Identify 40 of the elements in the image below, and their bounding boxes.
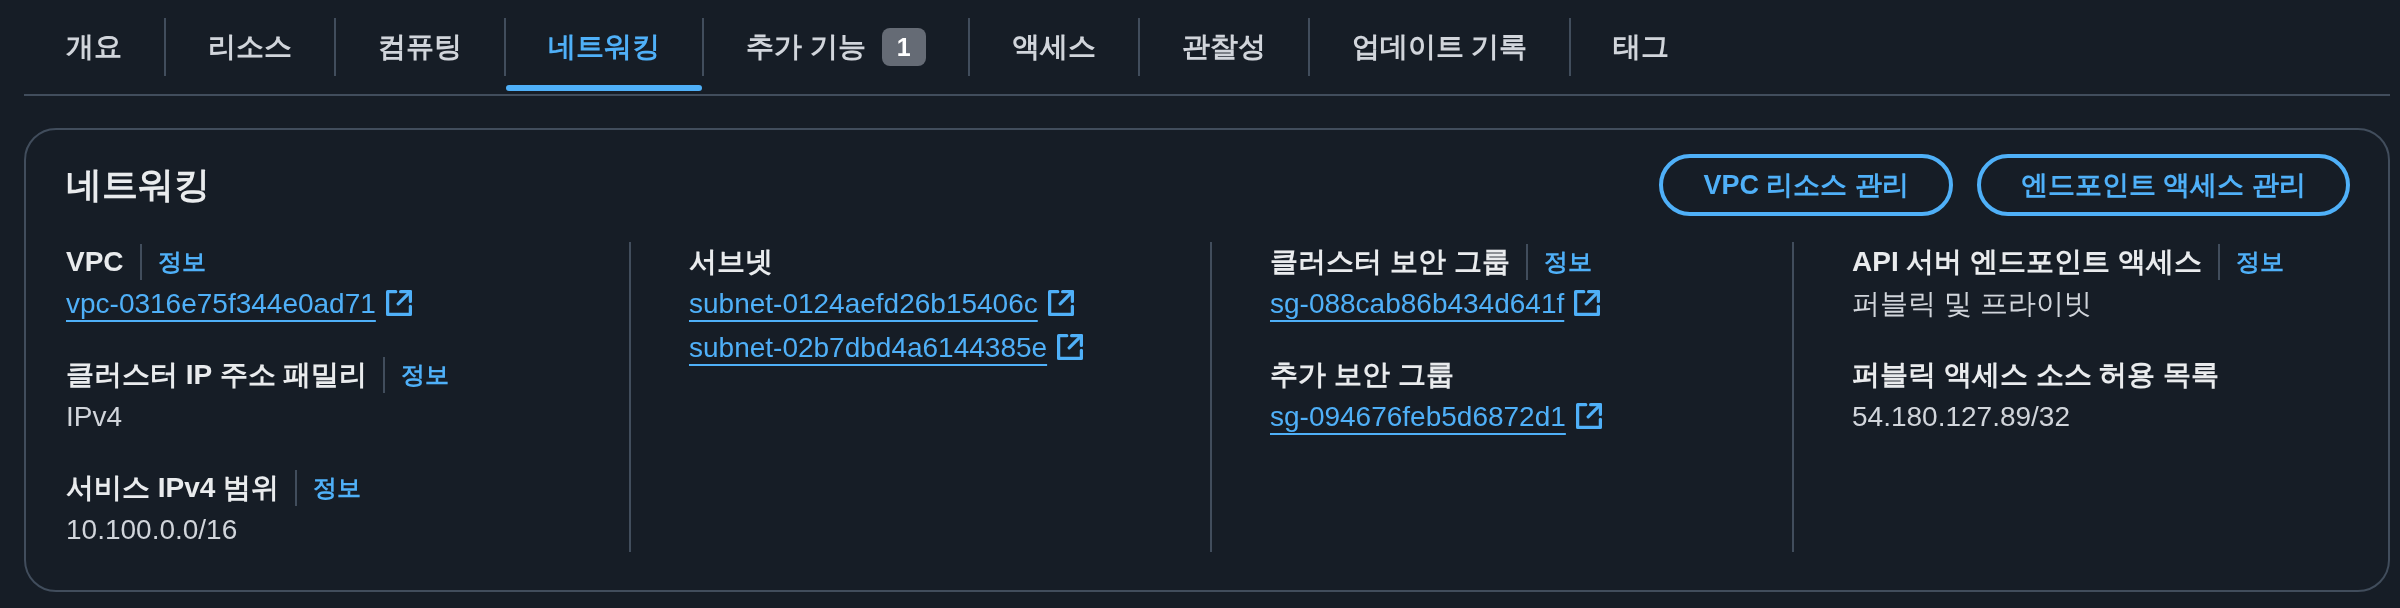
field-label: 추가 보안 그룹 [1270, 358, 1454, 392]
resource-link[interactable]: sg-088cab86b434d641f [1270, 288, 1601, 320]
tab[interactable]: 추가 기능 1 [704, 0, 968, 94]
count-badge: 1 [881, 28, 926, 66]
external-link-icon [1574, 290, 1601, 316]
external-link-icon [1575, 403, 1602, 429]
external-link-icon [1047, 290, 1074, 316]
field-label: VPC [66, 246, 124, 278]
field-value: IPv4 [66, 401, 123, 433]
resource-link[interactable]: subnet-02b7dbd4a6144385e [689, 332, 1084, 364]
tab[interactable]: 컴퓨팅 [336, 0, 504, 94]
resource-link[interactable]: subnet-0124aefd26b15406c [689, 288, 1074, 320]
external-link-icon [1057, 334, 1084, 360]
panel-title: 네트워킹 [66, 162, 210, 207]
external-link-icon [385, 290, 412, 316]
field-value: 퍼블릭 및 프라이빗 [1852, 287, 2092, 321]
field-label: 서비스 IPv4 범위 [66, 471, 280, 505]
field-label: 서브넷 [689, 245, 773, 279]
action-button[interactable]: VPC 리소스 관리 [1659, 154, 1953, 216]
tab[interactable]: 업데이트 기록 [1309, 0, 1570, 94]
field-label: API 서버 엔드포인트 액세스 [1852, 245, 2203, 279]
tab[interactable]: 태그 [1571, 0, 1712, 94]
tab[interactable]: 관찰성 [1139, 0, 1308, 94]
tab[interactable]: 네트워킹 [506, 0, 702, 94]
info-link[interactable]: 정보 [2236, 246, 2285, 278]
resource-link[interactable]: vpc-0316e75f344e0ad71 [66, 288, 412, 320]
resource-link[interactable]: sg-094676feb5d6872d1 [1270, 401, 1602, 433]
tab[interactable]: 액세스 [969, 0, 1138, 94]
field-value: 10.100.0.0/16 [66, 514, 238, 546]
info-link[interactable]: 정보 [313, 472, 362, 504]
info-link[interactable]: 정보 [157, 246, 206, 278]
field-label: 클러스터 보안 그룹 [1270, 245, 1510, 279]
info-link[interactable]: 정보 [401, 359, 450, 391]
field-value: 54.180.127.89/32 [1852, 401, 2070, 433]
field-label: 클러스터 IP 주소 패밀리 [66, 358, 368, 392]
tab[interactable]: 개요 [24, 0, 164, 94]
field-label: 퍼블릭 액세스 소스 허용 목록 [1852, 358, 2220, 392]
info-link[interactable]: 정보 [1543, 246, 1592, 278]
action-button[interactable]: 엔드포인트 액세스 관리 [1977, 154, 2350, 216]
tab[interactable]: 리소스 [166, 0, 334, 94]
